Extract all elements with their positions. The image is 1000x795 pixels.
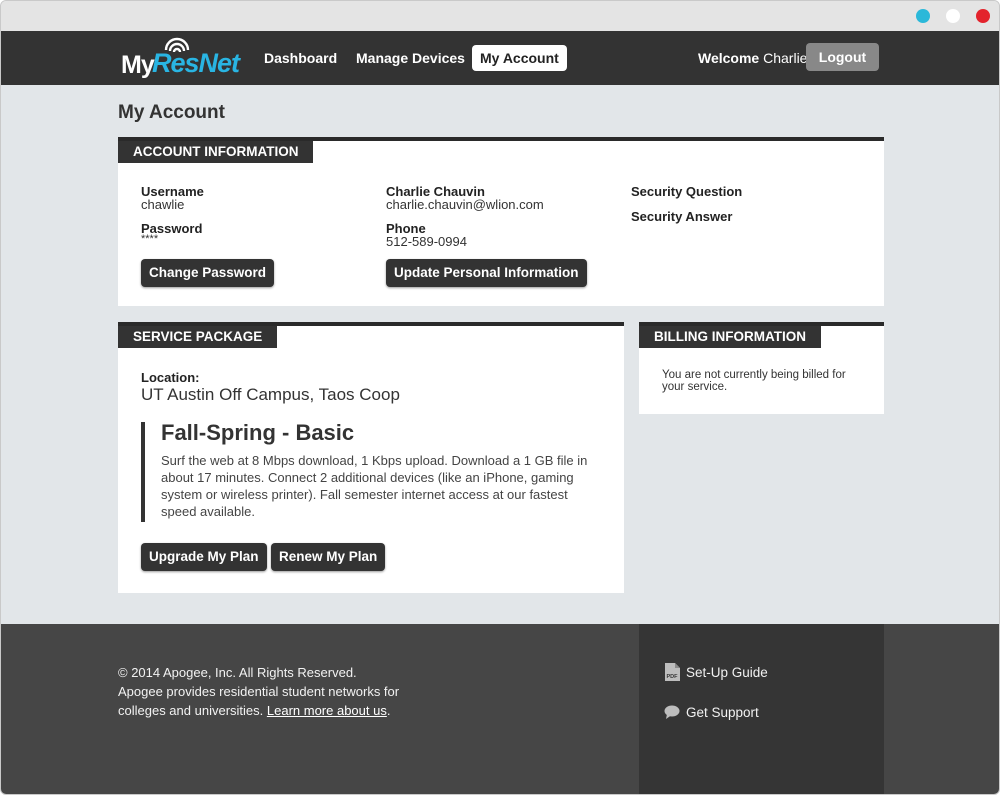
window-control-blue-dot[interactable] [916,9,930,23]
myresnet-logo[interactable]: My ResNet [121,37,240,79]
phone-value: 512-589-0994 [386,234,467,249]
nav-manage-devices[interactable]: Manage Devices [356,45,465,71]
logo-my-text: My [121,51,155,79]
about-suffix: . [386,703,391,718]
location-value: UT Austin Off Campus, Taos Coop [141,385,400,404]
user-name: Charlie [763,50,808,66]
plan-details: Fall-Spring - Basic Surf the web at 8 Mb… [141,420,601,522]
change-password-button[interactable]: Change Password [141,259,275,287]
plan-name: Fall-Spring - Basic [161,420,355,445]
top-navigation-bar: My ResNet Dashboard Manage Devices My Ac… [1,31,999,85]
get-support-link[interactable]: Get Support [686,705,759,720]
page-title: My Account [118,102,225,123]
window-titlebar [1,1,999,31]
footer-about: © 2014 Apogee, Inc. All Rights Reserved.… [118,663,418,720]
nav-my-account[interactable]: My Account [472,45,567,71]
logo-resnet-text: ResNet [152,48,240,78]
nav-dashboard[interactable]: Dashboard [264,45,337,71]
account-information-tab: ACCOUNT INFORMATION [118,141,314,163]
username-value: chawlie [141,197,185,212]
pdf-icon-label: PDF [667,674,679,680]
about-line-2: colleges and universities. Learn more ab… [118,701,418,720]
window-control-red-dot[interactable] [976,9,990,23]
password-value: **** [141,233,159,245]
plan-description: Surf the web at 8 Mbps download, 1 Kbps … [161,453,588,519]
service-package-card: SERVICE PACKAGE Location: UT Austin Off … [118,322,624,593]
footer: © 2014 Apogee, Inc. All Rights Reserved.… [1,624,999,794]
billing-information-card: BILLING INFORMATION You are not currentl… [639,322,884,414]
service-package-tab: SERVICE PACKAGE [118,326,278,348]
email-value: charlie.chauvin@wlion.com [386,197,544,212]
learn-more-link[interactable]: Learn more about us [267,703,387,718]
about-line-1: Apogee provides residential student netw… [118,684,400,699]
copyright-text: © 2014 Apogee, Inc. All Rights Reserved. [118,665,357,680]
about-line-2-prefix: colleges and universities. [118,703,264,718]
footer-links-panel: PDF Set-Up Guide Get Support [639,624,884,794]
setup-guide-link[interactable]: Set-Up Guide [686,665,768,680]
welcome-message: Welcome Charlie [698,45,807,71]
welcome-prefix: Welcome [698,50,760,66]
browser-window: My ResNet Dashboard Manage Devices My Ac… [0,0,1000,795]
speech-bubble-icon [664,705,680,719]
pdf-document-icon: PDF [665,663,680,681]
renew-plan-button[interactable]: Renew My Plan [271,543,386,571]
security-answer-label: Security Answer [631,209,733,224]
location-label: Location: [141,370,200,385]
upgrade-plan-button[interactable]: Upgrade My Plan [141,543,267,571]
window-control-white-dot[interactable] [946,9,960,23]
security-question-label: Security Question [631,184,743,199]
billing-message: You are not currently being billed for y… [662,369,846,393]
update-personal-information-button[interactable]: Update Personal Information [386,259,587,287]
account-information-card: ACCOUNT INFORMATION Username chawlie Pas… [118,137,884,306]
logout-button[interactable]: Logout [806,43,879,71]
billing-information-tab: BILLING INFORMATION [639,326,821,348]
